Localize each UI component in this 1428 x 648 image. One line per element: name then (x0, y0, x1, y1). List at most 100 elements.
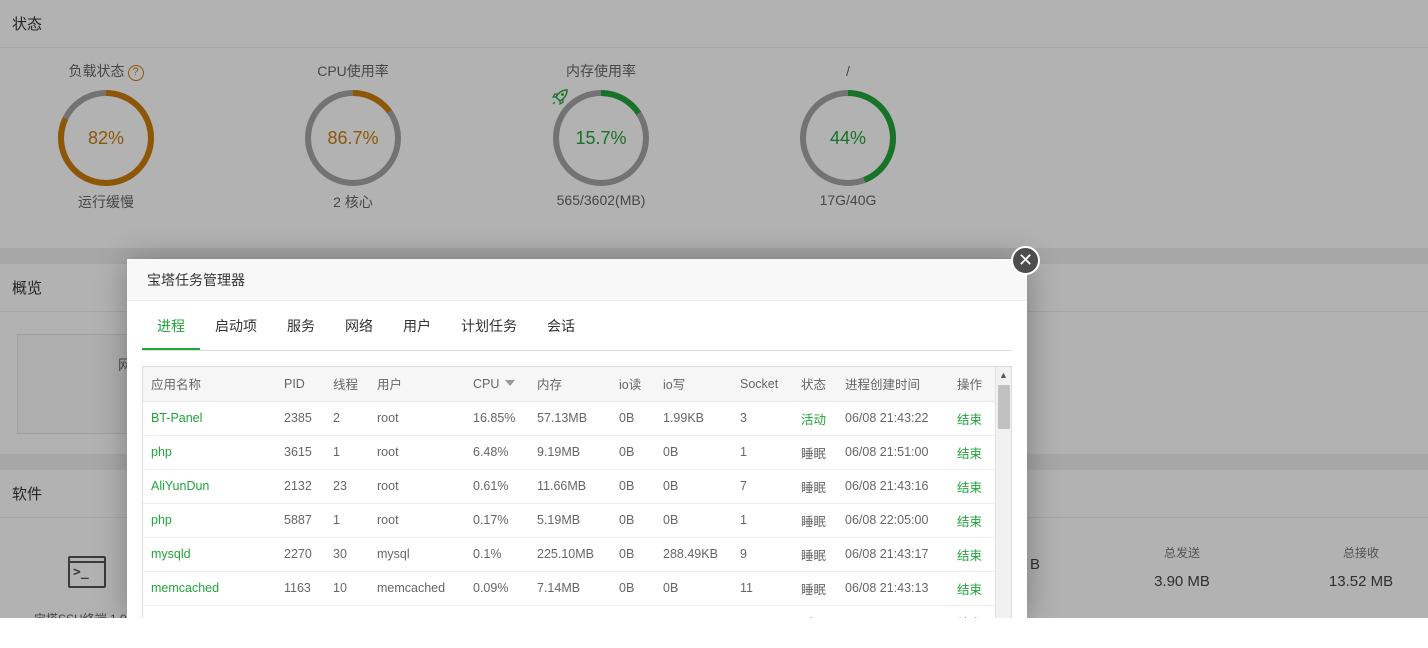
cell-pid: 3615 (276, 435, 325, 470)
tab-startup[interactable]: 启动项 (200, 309, 272, 350)
cell-io-write: 0B (655, 503, 732, 538)
cell-action[interactable]: 结束 (949, 605, 995, 618)
cell-cpu: 0.1% (465, 537, 529, 572)
cell-app-name[interactable]: php (143, 435, 276, 470)
sort-desc-icon (505, 379, 516, 386)
cell-memory: 9.19MB (529, 435, 611, 470)
cell-memory: 7.14MB (529, 571, 611, 606)
cell-pid: 2132 (276, 469, 325, 504)
cell-app-name[interactable]: memcached (143, 571, 276, 606)
cell-threads: 2 (325, 401, 369, 436)
cell-io-write: 1.99KB (655, 401, 732, 436)
dialog-title: 宝塔任务管理器 (127, 259, 1027, 301)
cell-user: root (369, 435, 465, 470)
scroll-thumb[interactable] (998, 385, 1010, 429)
cell-io-write: 0B (655, 469, 732, 504)
cell-action[interactable]: 结束 (949, 469, 995, 504)
cell-app-name[interactable]: AliYunDun (143, 469, 276, 504)
cell-app-name[interactable]: BT-Panel (143, 401, 276, 436)
cell-pid: 1163 (276, 571, 325, 606)
cell-created-time: 06/08 21:43:16 (837, 469, 949, 504)
cell-cpu: 0.09% (465, 571, 529, 606)
col-header: 进程创建时间 (837, 367, 949, 402)
cell-cpu: 6.48% (465, 435, 529, 470)
cell-cpu: 16.85% (465, 401, 529, 436)
cell-action[interactable]: 结束 (949, 401, 995, 436)
cell-socket: 7 (732, 469, 793, 504)
cell-user: memcached (369, 571, 465, 606)
cell-io-read: 0B (611, 401, 655, 436)
cell-pid: 2385 (276, 401, 325, 436)
table-header: 应用名称 PID 线程 用户 CPU 内存 io读 io写 Socket 状态 … (143, 367, 995, 402)
cell-state: 睡眠 (793, 537, 837, 572)
cell-app-name[interactable]: php (143, 503, 276, 538)
cell-created-time: 06/08 21:43:17 (837, 537, 949, 572)
process-table-container: 应用名称 PID 线程 用户 CPU 内存 io读 io写 Socket 状态 … (142, 366, 1012, 618)
tab-network[interactable]: 网络 (330, 309, 388, 350)
cell-created-time (837, 605, 949, 618)
cell-memory: 225.10MB (529, 537, 611, 572)
cell-state: 睡眠 (793, 469, 837, 504)
scroll-up-arrow-icon[interactable]: ▲ (996, 367, 1011, 383)
cell-io-read: 0B (611, 503, 655, 538)
close-dialog-button[interactable]: ✕ (1011, 246, 1040, 275)
cell-socket: 11 (732, 571, 793, 606)
cell-state: 睡眠 (793, 435, 837, 470)
cell-pid (276, 605, 325, 618)
cell-io-write: 288.49KB (655, 537, 732, 572)
cell-user: root (369, 469, 465, 504)
cell-state: 睡眠 (793, 605, 837, 618)
col-header: 状态 (793, 367, 837, 402)
cell-action[interactable]: 结束 (949, 571, 995, 606)
cell-state: 睡眠 (793, 503, 837, 538)
col-header: 应用名称 (143, 367, 276, 402)
tab-cron[interactable]: 计划任务 (446, 309, 532, 350)
cell-cpu (465, 605, 529, 618)
cell-action[interactable]: 结束 (949, 435, 995, 470)
process-table: 应用名称 PID 线程 用户 CPU 内存 io读 io写 Socket 状态 … (143, 367, 995, 618)
cell-created-time: 06/08 22:05:00 (837, 503, 949, 538)
cell-io-read: 0B (611, 571, 655, 606)
table-row: AliYunDun 2132 23 root 0.61% 11.66MB 0B 0B 7 睡眠 06… (143, 469, 995, 504)
cell-action[interactable]: 结束 (949, 537, 995, 572)
cell-io-read: 0B (611, 537, 655, 572)
cell-created-time: 06/08 21:51:00 (837, 435, 949, 470)
cell-user (369, 605, 465, 618)
cell-threads: 1 (325, 503, 369, 538)
table-row: php 5887 1 root 0.17% 5.19MB 0B 0B 1 睡眠 06/08 22:0… (143, 503, 995, 538)
tab-services[interactable]: 服务 (272, 309, 330, 350)
cell-app-name[interactable] (143, 605, 276, 618)
cell-socket (732, 605, 793, 618)
cell-action[interactable]: 结束 (949, 503, 995, 538)
cell-app-name[interactable]: mysqld (143, 537, 276, 572)
tab-users[interactable]: 用户 (388, 309, 446, 350)
task-manager-dialog: 宝塔任务管理器 进程 启动项 服务 网络 用户 计划任务 会话 应用名称 PID… (127, 259, 1027, 618)
cell-threads (325, 605, 369, 618)
cell-memory: 57.13MB (529, 401, 611, 436)
cell-user: mysql (369, 537, 465, 572)
tab-sessions[interactable]: 会话 (532, 309, 590, 350)
table-row: BT-Panel 2385 2 root 16.85% 57.13MB 0B 1.99KB 3 活… (143, 401, 995, 436)
cell-socket: 1 (732, 435, 793, 470)
tab-bar: 进程 启动项 服务 网络 用户 计划任务 会话 (142, 309, 1012, 351)
cell-user: root (369, 503, 465, 538)
col-header: 操作 (949, 367, 995, 402)
cell-memory: 11.66MB (529, 469, 611, 504)
cell-state: 睡眠 (793, 571, 837, 606)
table-scrollbar[interactable]: ▲ (995, 367, 1011, 618)
cell-threads: 10 (325, 571, 369, 606)
cell-user: root (369, 401, 465, 436)
tab-processes[interactable]: 进程 (142, 309, 200, 350)
page-background: 状态 负载状态? 82% 运行缓慢 CPU使用率 86.7% 2 核心 内存使用… (0, 0, 1428, 618)
table-row: mysqld 2270 30 mysql 0.1% 225.10MB 0B 288.49KB 9… (143, 537, 995, 572)
col-header-cpu[interactable]: CPU (465, 367, 529, 402)
cell-io-read: 0B (611, 469, 655, 504)
cell-cpu: 0.61% (465, 469, 529, 504)
cell-io-write: 0B (655, 435, 732, 470)
cell-socket: 3 (732, 401, 793, 436)
cell-io-write (655, 605, 732, 618)
cell-pid: 2270 (276, 537, 325, 572)
cell-io-write: 0B (655, 571, 732, 606)
col-header: io读 (611, 367, 655, 402)
cell-memory: 5.19MB (529, 503, 611, 538)
